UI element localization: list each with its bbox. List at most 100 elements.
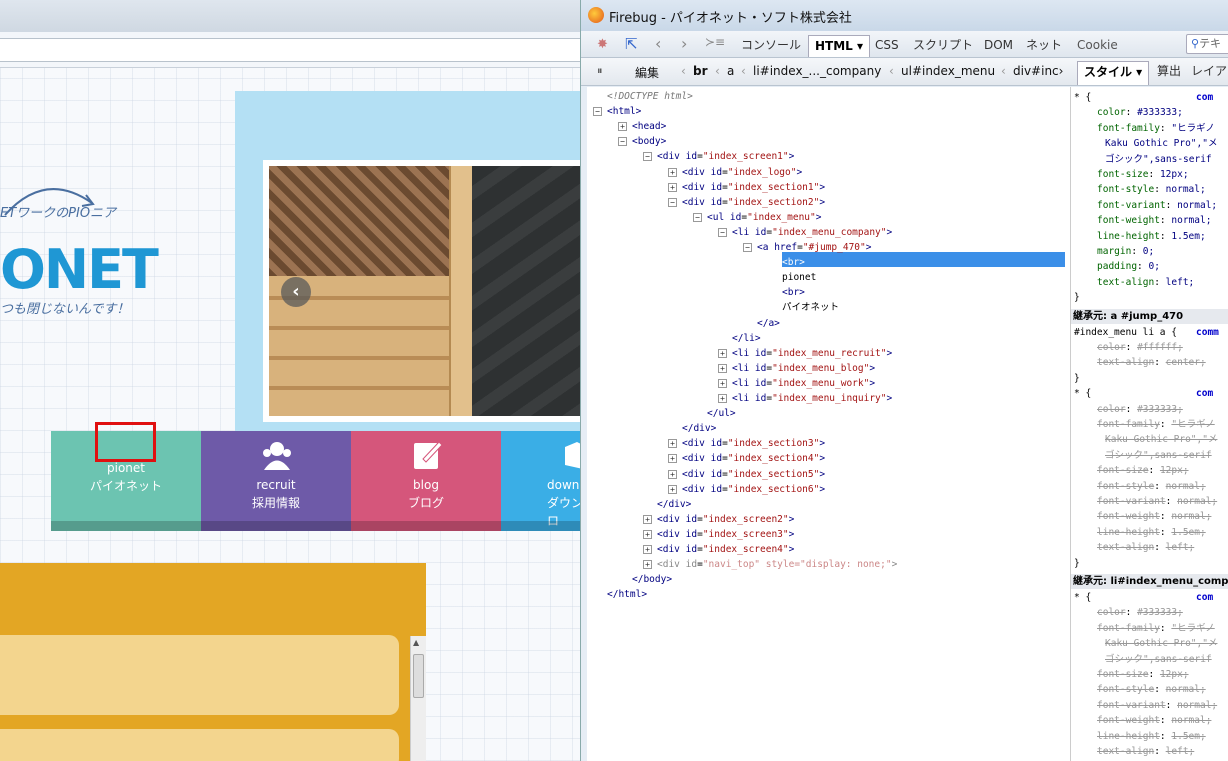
- style-line[interactable]: * {com: [1074, 91, 1213, 105]
- news-card[interactable]: [0, 729, 399, 761]
- tree-node[interactable]: </div>: [682, 421, 716, 436]
- style-prop-value[interactable]: normal;: [1177, 496, 1217, 507]
- tree-node[interactable]: + <div id="index_screen4">: [643, 542, 794, 557]
- expand-toggle-icon[interactable]: −: [693, 212, 702, 222]
- tree-node[interactable]: + <li id="index_menu_inquiry">: [718, 391, 892, 406]
- expand-toggle-icon[interactable]: +: [718, 394, 727, 403]
- style-line[interactable]: Kaku Gothic Pro","メ: [1105, 433, 1217, 447]
- style-prop-value[interactable]: normal;: [1177, 700, 1217, 711]
- style-line[interactable]: padding: 0;: [1097, 260, 1160, 274]
- tree-node[interactable]: + <div id="index_section6">: [668, 482, 825, 497]
- tree-node[interactable]: </ul>: [707, 406, 736, 421]
- tab-1[interactable]: HTML ▾: [808, 35, 871, 57]
- expand-toggle-icon[interactable]: +: [618, 122, 627, 132]
- style-prop-value[interactable]: #ffffff;: [1137, 342, 1183, 353]
- style-prop-value[interactable]: 1.5em;: [1171, 731, 1205, 742]
- tree-node[interactable]: <br>: [782, 285, 805, 300]
- expand-toggle-icon[interactable]: +: [718, 348, 727, 358]
- tree-node[interactable]: </body>: [632, 572, 672, 587]
- style-line[interactable]: line-height: 1.5em;: [1097, 230, 1206, 244]
- style-prop-value[interactable]: normal;: [1166, 184, 1206, 195]
- side-tab-1[interactable]: 算出: [1157, 61, 1181, 85]
- tree-node[interactable]: + <li id="index_menu_recruit">: [718, 346, 892, 361]
- tree-node[interactable]: + <div id="index_section3">: [668, 436, 825, 451]
- firebug-bug-icon[interactable]: ✸: [597, 37, 608, 52]
- tree-node[interactable]: − <html>: [593, 104, 641, 119]
- style-prop-value[interactable]: 12px;: [1160, 465, 1189, 476]
- news-card[interactable]: [0, 635, 399, 715]
- tree-node[interactable]: + <head>: [618, 119, 666, 134]
- expand-toggle-icon[interactable]: +: [718, 378, 727, 388]
- style-prop-value[interactable]: 0;: [1143, 246, 1154, 257]
- style-line[interactable]: font-size: 12px;: [1097, 464, 1189, 478]
- menu-tile-recruit[interactable]: recruit 採用情報: [201, 431, 351, 531]
- style-line[interactable]: color: #ffffff;: [1097, 341, 1183, 355]
- style-prop-value[interactable]: normal;: [1171, 215, 1211, 226]
- expand-toggle-icon[interactable]: +: [643, 514, 652, 524]
- tree-node[interactable]: パイオネット: [782, 300, 839, 315]
- break-on-mutate-icon[interactable]: ⏸: [597, 64, 603, 78]
- tree-node[interactable]: − <body>: [618, 134, 666, 149]
- style-line[interactable]: color: #333333;: [1097, 106, 1183, 120]
- style-line[interactable]: font-family: "ヒラギノ: [1097, 418, 1215, 432]
- breadcrumb-item[interactable]: ul#index_menu: [901, 64, 995, 78]
- tree-node[interactable]: + <div id="navi_top" style="display: none…: [643, 557, 897, 572]
- tree-node[interactable]: − <a href="#jump_470">: [743, 240, 871, 255]
- breadcrumb-item[interactable]: div#inc›: [1013, 64, 1063, 78]
- tree-node[interactable]: </li>: [732, 331, 761, 346]
- side-tab-0[interactable]: スタイル ▾: [1077, 61, 1150, 85]
- style-line[interactable]: font-variant: normal;: [1097, 199, 1217, 213]
- expand-toggle-icon[interactable]: +: [668, 454, 677, 464]
- style-line[interactable]: Kaku Gothic Pro","メ: [1105, 137, 1217, 151]
- breadcrumb-item[interactable]: a: [727, 64, 734, 78]
- tree-node[interactable]: </html>: [607, 587, 647, 602]
- news-scrollbar[interactable]: ▲: [410, 636, 426, 761]
- style-line[interactable]: text-align: left;: [1097, 745, 1194, 759]
- style-prop-value[interactable]: 1.5em;: [1171, 231, 1205, 242]
- style-line[interactable]: ゴシック",sans-serif: [1105, 153, 1212, 167]
- url-input[interactable]: [0, 38, 583, 62]
- style-line[interactable]: font-weight: normal;: [1097, 214, 1211, 228]
- tree-node[interactable]: + <li id="index_menu_blog">: [718, 361, 875, 376]
- style-line[interactable]: font-family: "ヒラギノ: [1097, 122, 1215, 136]
- style-source-link[interactable]: com: [1196, 91, 1213, 105]
- tree-node[interactable]: + <div id="index_screen3">: [643, 527, 794, 542]
- tree-node[interactable]: <!DOCTYPE html>: [607, 89, 693, 104]
- style-line[interactable]: font-size: 12px;: [1097, 668, 1189, 682]
- expand-toggle-icon[interactable]: −: [618, 137, 627, 147]
- style-line[interactable]: font-weight: normal;: [1097, 510, 1211, 524]
- style-prop-value[interactable]: #333333;: [1137, 404, 1183, 415]
- style-prop-value[interactable]: left;: [1166, 746, 1195, 757]
- carousel-prev-button[interactable]: ‹: [281, 277, 311, 307]
- style-line[interactable]: font-style: normal;: [1097, 480, 1206, 494]
- expand-toggle-icon[interactable]: +: [668, 167, 677, 177]
- tree-node[interactable]: <br>: [782, 255, 805, 270]
- tree-node[interactable]: + <div id="index_section5">: [668, 467, 825, 482]
- style-prop-value[interactable]: "ヒラギノ: [1171, 123, 1214, 134]
- tab-0[interactable]: コンソール: [741, 35, 801, 57]
- style-source-link[interactable]: com: [1196, 591, 1213, 605]
- tree-node[interactable]: + <div id="index_screen2">: [643, 512, 794, 527]
- style-line[interactable]: color: #333333;: [1097, 403, 1183, 417]
- style-line[interactable]: font-size: 12px;: [1097, 168, 1189, 182]
- expand-toggle-icon[interactable]: +: [643, 560, 652, 570]
- style-prop-value[interactable]: normal;: [1171, 715, 1211, 726]
- html-tree-panel[interactable]: <!DOCTYPE html> − <html> + <head> − <body> − <di…: [587, 87, 1071, 761]
- tree-node[interactable]: − <li id="index_menu_company">: [718, 225, 892, 240]
- expand-toggle-icon[interactable]: −: [743, 243, 752, 252]
- style-prop-value[interactable]: normal;: [1166, 481, 1206, 492]
- style-source-link[interactable]: com: [1196, 387, 1213, 401]
- style-prop-value[interactable]: 0;: [1149, 261, 1160, 272]
- style-line[interactable]: font-variant: normal;: [1097, 495, 1217, 509]
- style-source-link[interactable]: comm: [1196, 326, 1219, 340]
- style-line[interactable]: * {com: [1074, 591, 1213, 605]
- expand-toggle-icon[interactable]: +: [718, 363, 727, 373]
- tree-node[interactable]: pionet: [782, 270, 816, 285]
- breadcrumb-item[interactable]: br: [693, 64, 708, 78]
- tab-3[interactable]: スクリプト: [913, 35, 973, 57]
- style-prop-value[interactable]: normal;: [1177, 200, 1217, 211]
- style-line[interactable]: color: #333333;: [1097, 606, 1183, 620]
- style-line[interactable]: }: [1074, 557, 1080, 571]
- style-line[interactable]: ゴシック",sans-serif: [1105, 449, 1212, 463]
- style-line[interactable]: margin: 0;: [1097, 245, 1154, 259]
